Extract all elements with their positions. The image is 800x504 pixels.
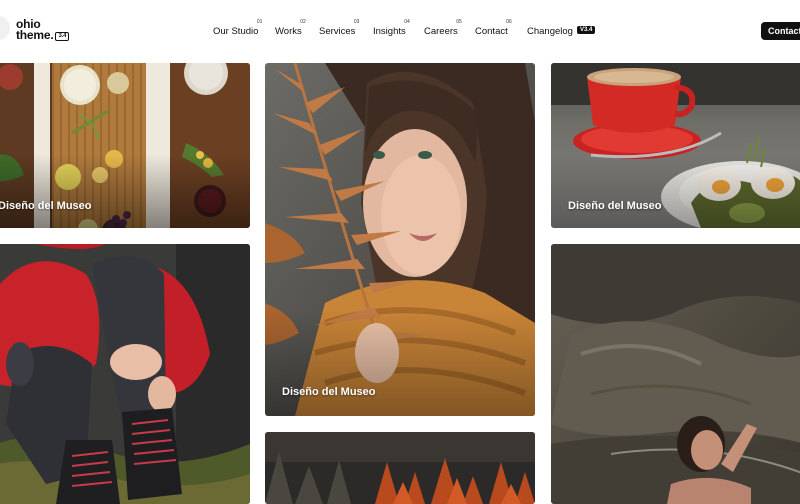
nav-label: Works <box>275 26 302 37</box>
brand-logo[interactable]: ohio theme. 3.4 <box>16 18 70 42</box>
brand-version-badge: 3.4 <box>55 32 70 41</box>
tile-caption: Diseño del Museo <box>0 200 92 212</box>
changelog-version-badge: V3.4 <box>576 26 596 35</box>
nav-label: Our Studio <box>213 26 259 37</box>
portfolio-tile-portrait[interactable]: Diseño del Museo <box>265 63 535 416</box>
nav-changelog[interactable]: Changelog V3.4 <box>527 26 596 37</box>
nav-number: 05 <box>456 19 462 25</box>
woman-fern-image <box>265 63 535 416</box>
portfolio-tile-forest[interactable] <box>265 432 535 504</box>
contact-button[interactable]: Contact <box>761 22 800 40</box>
nav-services[interactable]: Services 03 <box>319 19 359 37</box>
nav-works[interactable]: Works 02 <box>275 19 306 37</box>
nav-number: 06 <box>506 19 512 25</box>
tile-caption: Diseño del Museo <box>282 386 376 398</box>
nav-label: Insights <box>373 26 406 37</box>
nav-number: 04 <box>404 19 410 25</box>
tile-caption: Diseño del Museo <box>568 200 662 212</box>
nav-number: 02 <box>300 19 306 25</box>
nav-insights[interactable]: Insights 04 <box>373 19 410 37</box>
nav-label: Contact <box>475 26 508 37</box>
site-header: ohio theme. 3.4 Our Studio 01 Works 02 Se… <box>0 0 800 62</box>
portfolio-tile-cliff[interactable] <box>551 244 800 504</box>
nav-careers[interactable]: Careers 05 <box>424 19 462 37</box>
nav-label: Changelog <box>527 26 573 37</box>
nav-number: 03 <box>353 19 360 25</box>
autumn-forest-image <box>265 432 535 504</box>
nav-our-studio[interactable]: Our Studio 01 <box>213 19 262 37</box>
portfolio-tile-hiker[interactable] <box>0 244 250 504</box>
portfolio-tile-food[interactable]: Diseño del Museo <box>0 63 250 228</box>
hiker-boots-image <box>0 244 250 504</box>
brand-name-line2: theme. <box>16 28 54 42</box>
portfolio-tile-breakfast[interactable]: Diseño del Museo <box>551 63 800 228</box>
logo-mark[interactable] <box>0 16 10 40</box>
nav-label: Careers <box>424 26 458 37</box>
nav-contact[interactable]: Contact 06 <box>475 19 512 37</box>
rock-cliff-image <box>551 244 800 504</box>
nav-number: 01 <box>256 19 263 25</box>
nav-label: Services <box>319 26 356 37</box>
